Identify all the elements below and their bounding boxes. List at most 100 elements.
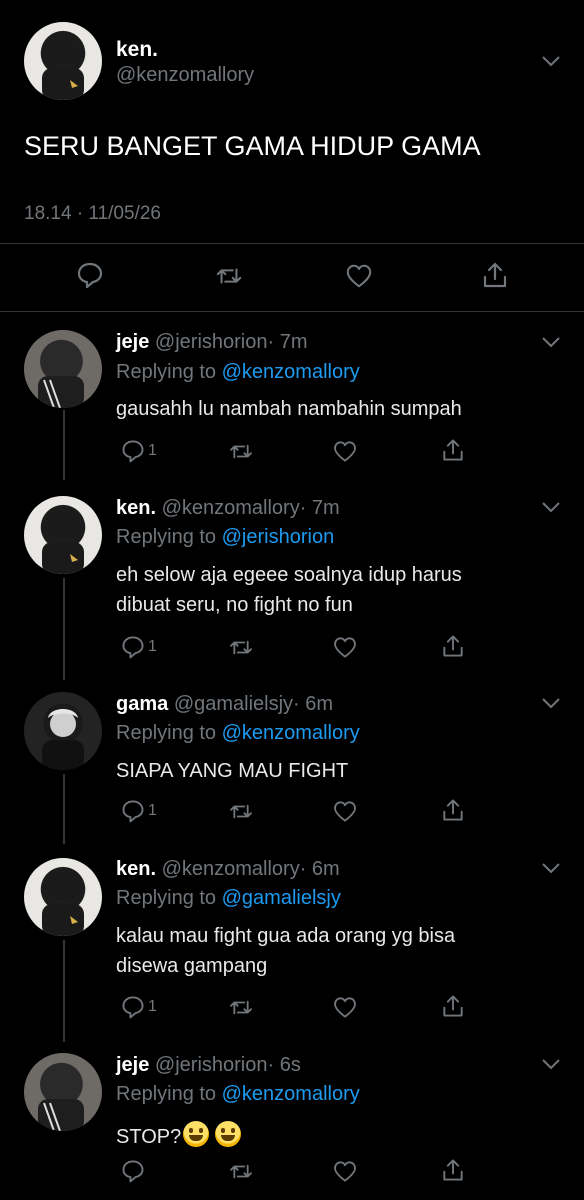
reply-time: · 7m — [299, 497, 340, 519]
retweet-icon[interactable] — [228, 635, 254, 660]
reply-button[interactable]: 1 — [120, 994, 157, 1020]
thread-connector — [63, 410, 65, 480]
reply-text: gausahh lu nambah nambahin sumpah — [116, 398, 462, 420]
reply-author-name[interactable]: gama — [116, 693, 168, 715]
share-icon[interactable] — [480, 260, 510, 290]
retweet-icon[interactable] — [228, 799, 254, 824]
replying-to: Replying to @gamalielsjy — [116, 887, 341, 910]
replying-to-label: Replying to — [116, 722, 217, 744]
tweet-text: SERU BANGET GAMA HIDUP GAMA — [24, 131, 481, 161]
heart-icon[interactable] — [332, 995, 358, 1020]
retweet-icon[interactable] — [228, 439, 254, 464]
chevron-down-icon[interactable] — [540, 1057, 562, 1071]
reply-count: 1 — [148, 802, 157, 819]
retweet-icon[interactable] — [228, 995, 254, 1020]
tweet-timestamp: 18.14 · 11/05/26 — [24, 203, 161, 224]
grinning-face-emoji — [215, 1121, 242, 1147]
reply-text: STOP? — [116, 1126, 182, 1148]
reply-header: jeje @jerishorion· 7m — [116, 331, 308, 354]
heart-icon[interactable] — [344, 262, 374, 290]
reply-text: SIAPA YANG MAU FIGHT — [116, 760, 349, 782]
reply-time: · 6m — [293, 693, 334, 715]
avatar[interactable] — [24, 692, 102, 770]
reply-header: jeje @jerishorion· 6s — [116, 1054, 301, 1077]
author-handle[interactable]: @kenzomallory — [116, 64, 254, 87]
retweet-icon[interactable] — [228, 1159, 254, 1184]
author-name[interactable]: ken. — [116, 38, 158, 62]
reply-text-line: eh selow aja egeee soalnya idup harus — [116, 564, 462, 586]
chevron-down-icon[interactable] — [540, 500, 562, 514]
divider — [0, 243, 584, 244]
avatar[interactable] — [24, 496, 102, 574]
reply-button[interactable]: 1 — [120, 634, 157, 660]
replying-to-label: Replying to — [116, 887, 217, 909]
reply-author-name[interactable]: jeje — [116, 331, 149, 353]
replying-to: Replying to @kenzomallory — [116, 361, 360, 384]
heart-icon[interactable] — [332, 439, 358, 464]
reply-header: gama @gamalielsjy· 6m — [116, 693, 333, 716]
heart-icon[interactable] — [332, 635, 358, 660]
thread-connector — [63, 578, 65, 680]
chevron-down-icon[interactable] — [540, 54, 562, 68]
share-icon[interactable] — [440, 437, 466, 463]
reply-count: 1 — [148, 998, 157, 1015]
reply-icon — [122, 1160, 144, 1183]
reply-time: · 7m — [267, 331, 308, 353]
reply-author-handle[interactable]: @gamalielsjy — [174, 693, 293, 715]
reply-author-handle[interactable]: @kenzomallory — [162, 497, 300, 519]
reply-author-handle[interactable]: @jerishorion — [155, 331, 268, 353]
reply-text-line: kalau mau fight gua ada orang yg bisa — [116, 925, 456, 947]
divider — [0, 311, 584, 312]
reply-count: 1 — [148, 442, 157, 459]
reply-button[interactable]: 1 — [120, 438, 157, 464]
reply-icon — [122, 636, 144, 659]
replying-to: Replying to @kenzomallory — [116, 1083, 360, 1106]
share-icon[interactable] — [440, 633, 466, 659]
avatar[interactable] — [24, 330, 102, 408]
reply-button[interactable] — [120, 1158, 148, 1184]
heart-icon[interactable] — [332, 1159, 358, 1184]
replying-to-link[interactable]: @kenzomallory — [222, 1083, 360, 1105]
reply-count: 1 — [148, 638, 157, 655]
reply-author-handle[interactable]: @jerishorion — [155, 1054, 268, 1076]
replying-to: Replying to @jerishorion — [116, 526, 334, 549]
thread-connector — [63, 774, 65, 844]
avatar[interactable] — [24, 858, 102, 936]
chevron-down-icon[interactable] — [540, 335, 562, 349]
replying-to-link[interactable]: @kenzomallory — [222, 361, 360, 383]
retweet-icon[interactable] — [214, 262, 244, 290]
reply-header: ken. @kenzomallory· 6m — [116, 858, 340, 881]
reply-author-name[interactable]: ken. — [116, 858, 156, 880]
heart-icon[interactable] — [332, 799, 358, 824]
reply-author-name[interactable]: jeje — [116, 1054, 149, 1076]
reply-icon[interactable] — [75, 260, 105, 290]
replying-to-label: Replying to — [116, 526, 217, 548]
thread-connector — [63, 940, 65, 1042]
reply-time: · 6s — [267, 1054, 301, 1076]
reply-icon — [122, 800, 144, 823]
reply-text-line: dibuat seru, no fight no fun — [116, 594, 353, 616]
avatar[interactable] — [24, 22, 102, 100]
share-icon[interactable] — [440, 993, 466, 1019]
chevron-down-icon[interactable] — [540, 696, 562, 710]
replying-to: Replying to @kenzomallory — [116, 722, 360, 745]
replying-to-label: Replying to — [116, 361, 217, 383]
reply-text-row: STOP? — [116, 1121, 242, 1149]
replying-to-link[interactable]: @jerishorion — [222, 526, 335, 548]
grinning-face-emoji — [183, 1121, 210, 1147]
reply-author-name[interactable]: ken. — [116, 497, 156, 519]
reply-text-line: disewa gampang — [116, 955, 268, 977]
reply-header: ken. @kenzomallory· 7m — [116, 497, 340, 520]
avatar[interactable] — [24, 1053, 102, 1131]
reply-author-handle[interactable]: @kenzomallory — [162, 858, 300, 880]
reply-icon — [122, 996, 144, 1019]
reply-icon — [122, 440, 144, 463]
reply-button[interactable]: 1 — [120, 798, 157, 824]
replying-to-label: Replying to — [116, 1083, 217, 1105]
chevron-down-icon[interactable] — [540, 861, 562, 875]
reply-time: · 6m — [299, 858, 340, 880]
share-icon[interactable] — [440, 797, 466, 823]
replying-to-link[interactable]: @gamalielsjy — [222, 887, 341, 909]
share-icon[interactable] — [440, 1157, 466, 1183]
replying-to-link[interactable]: @kenzomallory — [222, 722, 360, 744]
